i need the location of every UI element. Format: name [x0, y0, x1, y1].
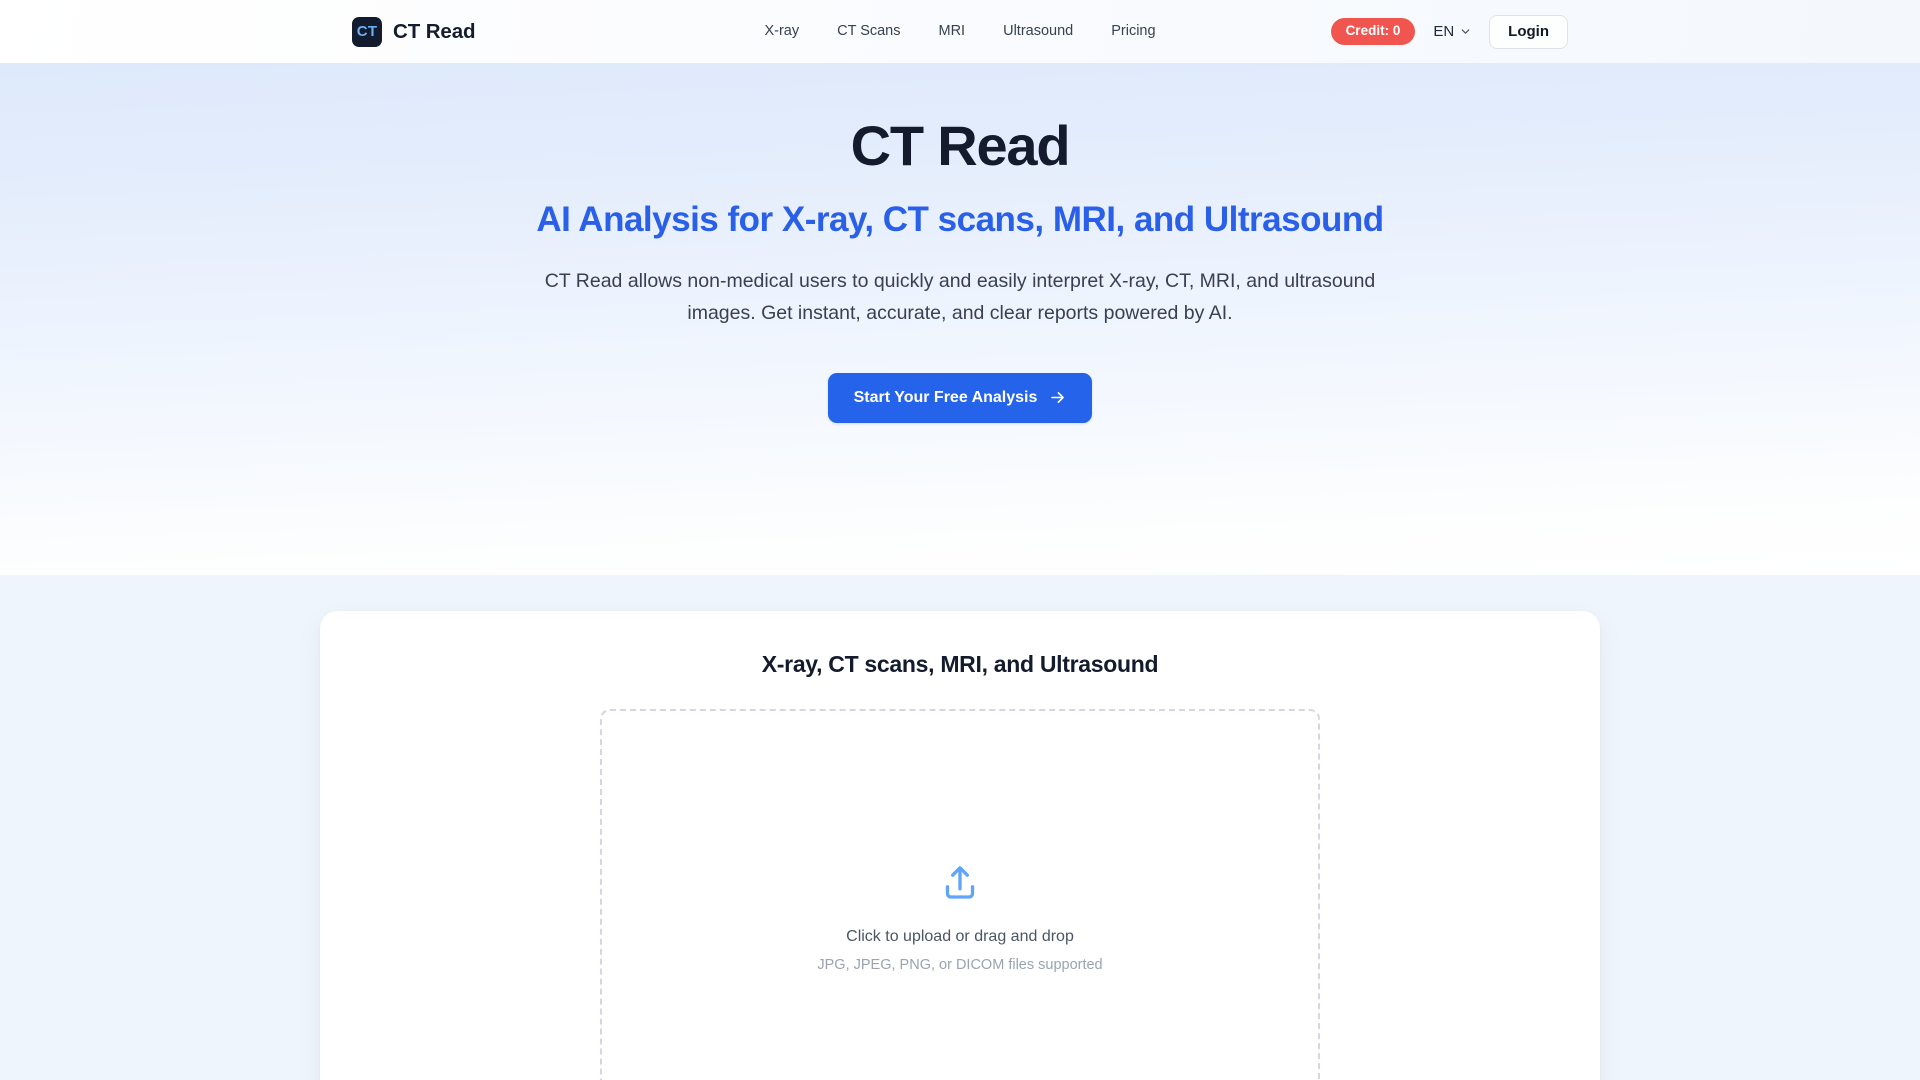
language-selector[interactable]: EN — [1433, 23, 1471, 40]
upload-card-heading: X-ray, CT scans, MRI, and Ultrasound — [761, 651, 1159, 677]
upload-icon — [940, 863, 980, 903]
hero-section: CT Read AI Analysis for X-ray, CT scans,… — [0, 63, 1920, 575]
ct-logo-icon: CT — [352, 16, 382, 47]
header-actions: Credit: 0 EN Login — [1330, 14, 1568, 49]
nav-item-pricing[interactable]: Pricing — [1111, 24, 1155, 39]
hero-description: CT Read allows non-medical users to quic… — [544, 270, 1376, 324]
credit-badge[interactable]: Credit: 0 — [1330, 18, 1416, 45]
hero-cta-wrapper: Start Your Free Analysis — [0, 373, 1920, 424]
dropzone-secondary-text: JPG, JPEG, PNG, or DICOM files supported — [817, 956, 1103, 973]
login-button[interactable]: Login — [1489, 14, 1568, 49]
nav-item-ultrasound[interactable]: Ultrasound — [1003, 24, 1073, 39]
language-selector-label: EN — [1433, 23, 1455, 40]
upload-section: X-ray, CT scans, MRI, and Ultrasound Cli… — [0, 575, 1920, 1080]
start-free-analysis-button[interactable]: Start Your Free Analysis — [827, 373, 1093, 424]
upload-card: X-ray, CT scans, MRI, and Ultrasound Cli… — [320, 611, 1600, 1080]
brand-name: CT Read — [393, 19, 476, 43]
brand-logo-link[interactable]: CT CT Read — [352, 16, 476, 47]
start-free-analysis-label: Start Your Free Analysis — [853, 388, 1038, 406]
hero-subtitle: AI Analysis for X-ray, CT scans, MRI, an… — [536, 199, 1384, 239]
nav-item-ct-scans[interactable]: CT Scans — [837, 24, 900, 39]
page-title: CT Read — [850, 114, 1071, 177]
dropzone-primary-text: Click to upload or drag and drop — [846, 928, 1074, 946]
chevron-down-icon — [1460, 26, 1471, 37]
site-header: CT CT Read X-ray CT Scans MRI Ultrasound… — [0, 0, 1920, 63]
nav-item-xray[interactable]: X-ray — [764, 24, 799, 39]
main-nav: X-ray CT Scans MRI Ultrasound Pricing — [764, 24, 1155, 39]
nav-item-mri[interactable]: MRI — [939, 24, 966, 39]
file-dropzone[interactable]: Click to upload or drag and drop JPG, JP… — [600, 709, 1320, 1080]
arrow-right-icon — [1049, 389, 1066, 406]
